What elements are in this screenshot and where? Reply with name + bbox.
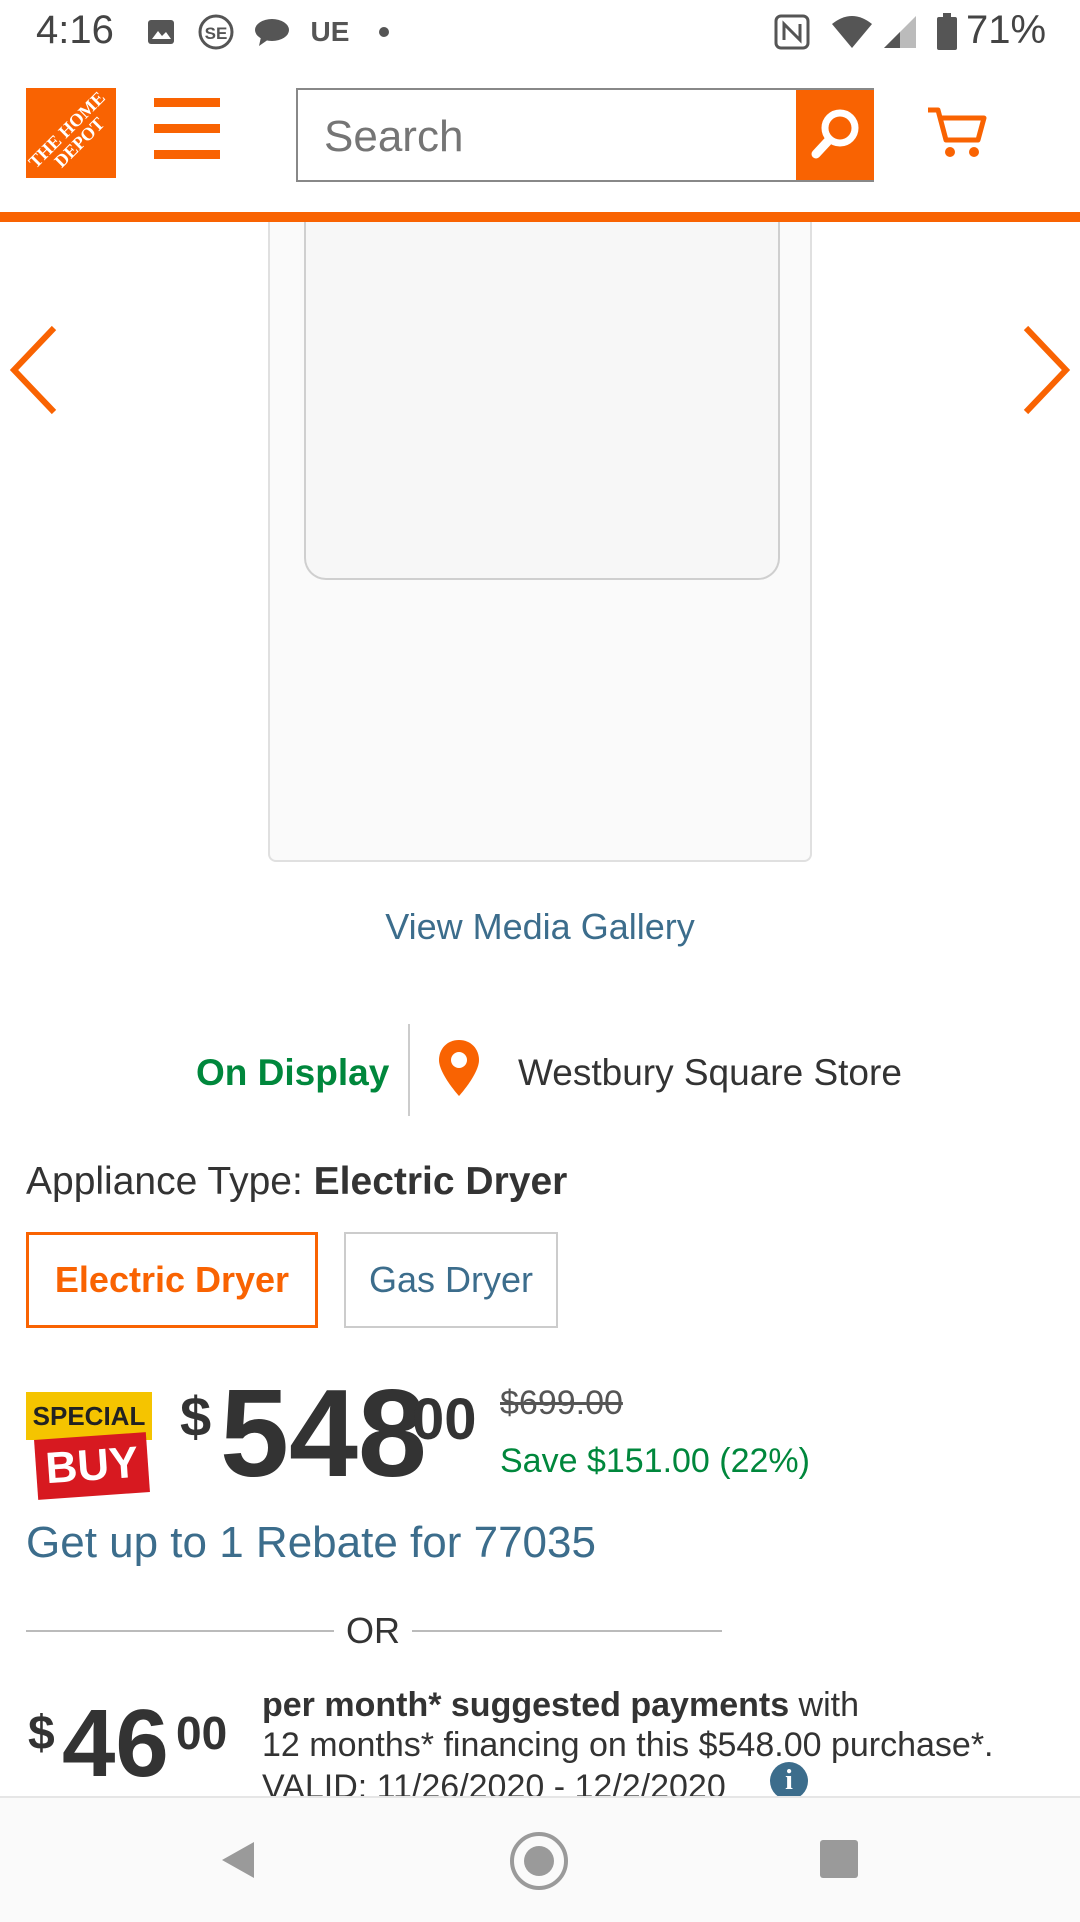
nfc-icon	[772, 12, 812, 52]
back-icon[interactable]	[216, 1838, 260, 1882]
financing-line-2: 12 months* financing on this $548.00 pur…	[262, 1726, 994, 1764]
location-pin-icon	[436, 1038, 482, 1098]
appliance-type-label: Appliance Type: Electric Dryer	[26, 1160, 567, 1204]
rebate-link[interactable]: Get up to 1 Rebate for 77035	[26, 1518, 596, 1568]
se-icon: SE	[196, 12, 236, 52]
option-gas-dryer[interactable]: Gas Dryer	[344, 1232, 558, 1328]
battery-percent: 71%	[966, 8, 1047, 52]
price-cents: 00	[412, 1387, 477, 1452]
home-depot-logo[interactable]: THE HOME DEPOT	[26, 88, 116, 178]
financing-cents: 00	[176, 1707, 228, 1759]
recent-apps-icon[interactable]	[820, 1840, 858, 1878]
badge-buy-text: BUY	[34, 1432, 150, 1500]
store-name-link[interactable]: Westbury Square Store	[518, 1052, 902, 1094]
network-label: UE	[310, 16, 350, 47]
or-label: OR	[346, 1610, 400, 1651]
financing-line-1-rest: with	[789, 1686, 860, 1724]
next-image-arrow-icon[interactable]	[1014, 320, 1074, 420]
prev-image-arrow-icon[interactable]	[6, 320, 66, 420]
battery-icon	[934, 12, 960, 52]
on-display-status: On Display	[196, 1052, 390, 1093]
financing-line-1: per month* suggested payments with	[262, 1686, 859, 1725]
cart-icon[interactable]	[926, 104, 990, 160]
chat-icon	[252, 12, 292, 52]
menu-icon[interactable]	[154, 98, 220, 160]
or-divider-right	[412, 1630, 722, 1632]
logo-text: THE HOME DEPOT	[26, 88, 109, 172]
savings-text: Save $151.00 (22%)	[500, 1442, 810, 1480]
search-icon	[811, 109, 859, 159]
header-divider	[0, 212, 1080, 222]
financing-dollars: 46	[62, 1690, 169, 1797]
status-bar: 4:16 SE UE 71%	[0, 0, 1080, 64]
appliance-type-key: Appliance Type:	[26, 1160, 303, 1203]
svg-text:SE: SE	[205, 24, 228, 43]
option-electric-dryer[interactable]: Electric Dryer	[26, 1232, 318, 1328]
dryer-door	[304, 222, 780, 580]
was-price: $699.00	[500, 1384, 623, 1422]
financing-currency: $	[28, 1707, 55, 1760]
wifi-icon	[828, 12, 876, 52]
gallery-icon	[144, 12, 178, 52]
signal-icon	[880, 12, 920, 52]
price-currency: $	[180, 1385, 212, 1448]
store-divider	[408, 1024, 410, 1116]
info-icon[interactable]: i	[770, 1762, 808, 1800]
special-buy-badge: SPECIAL BUY	[26, 1392, 152, 1508]
price-dollars: 548	[220, 1365, 427, 1503]
or-divider-left	[26, 1630, 334, 1632]
dot-icon	[374, 12, 394, 52]
search-box[interactable]	[296, 88, 874, 182]
search-input[interactable]	[324, 112, 804, 162]
home-button-icon[interactable]	[510, 1832, 568, 1890]
view-media-gallery-link[interactable]: View Media Gallery	[0, 906, 1080, 948]
status-time: 4:16	[36, 8, 114, 52]
product-image[interactable]	[268, 222, 812, 862]
financing-line-1-bold: per month* suggested payments	[262, 1686, 790, 1724]
search-button[interactable]	[796, 90, 874, 180]
appliance-type-value: Electric Dryer	[313, 1160, 568, 1203]
